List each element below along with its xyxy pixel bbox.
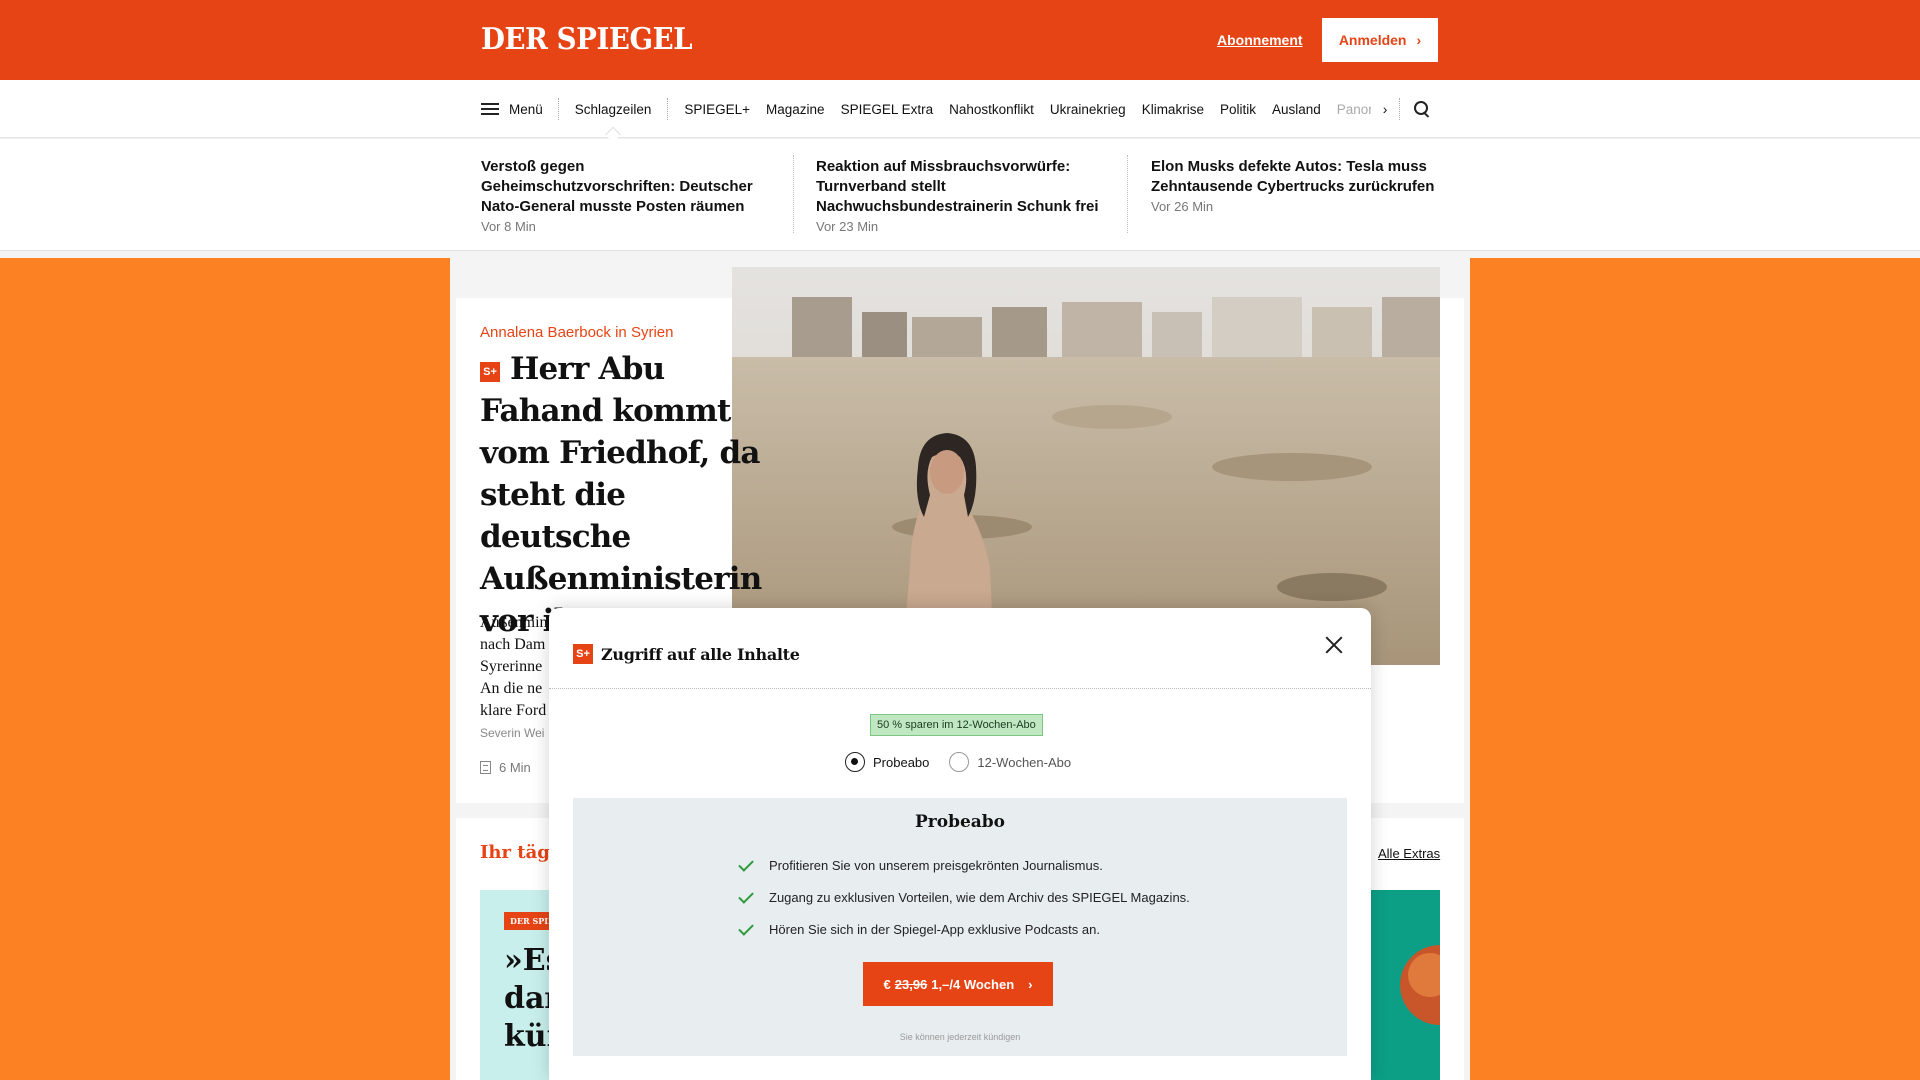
plan-title: Probeabo [914,812,1006,832]
menu-label: Menü [509,101,543,117]
extras-title: Ihr täglic [480,842,550,863]
nav-item-spiegel-plus[interactable]: SPIEGEL+ [676,102,758,117]
teaser-line: Syrerinne [480,658,543,675]
nav-item-panorama[interactable]: Panor [1329,102,1371,117]
benefit-text: Zugang zu exklusiven Vorteilen, wie dem … [769,890,1190,905]
modal-title: S+ Zugriff auf alle Inhalte [573,644,800,664]
currency-symbol: € [883,976,891,992]
checkmark-icon [738,887,754,904]
headline-text: Herr Abu Fahand kommt vom Friedhof, da s… [480,351,762,639]
site-header: DER SPIEGEL Abonnement Anmelden › [0,0,1920,80]
subscription-modal: S+ Zugriff auf alle Inhalte 50 % sparen … [549,608,1371,1080]
chevron-right-icon: › [1416,32,1422,48]
read-time-label: 6 Min [499,760,531,775]
radio-label: 12-Wochen-Abo [977,754,1072,770]
spiegel-plus-icon: S+ [480,362,500,382]
article-teaser: Außenmin nach Dam Syrerinne An die ne kl… [480,612,550,722]
search-icon[interactable] [1414,101,1430,117]
old-price: 23,96 [894,976,928,992]
teaser-line: An die ne [480,680,543,697]
radio-selected-icon[interactable] [845,752,865,772]
ticker-item[interactable]: Elon Musks defekte Autos: Tesla muss Zeh… [1151,157,1441,217]
benefit-item: Zugang zu exklusiven Vorteilen, wie dem … [738,887,1190,905]
modal-title-text: Zugriff auf alle Inhalte [601,644,800,664]
cancel-note: Sie können jederzeit kündigen [899,1032,1021,1042]
divider [549,688,1371,689]
nav-item-klimakrise[interactable]: Klimakrise [1134,102,1212,117]
radio-label: Probeabo [873,754,930,770]
document-icon [480,761,491,774]
ticker-time: Vor 23 Min [816,219,879,234]
ticker-title: Reaktion auf Missbrauchsvorwürfe: Turnve… [816,158,1099,215]
ticker-title: Verstoß gegen Geheimschutzvorschriften: … [481,158,753,215]
plan-selector: Probeabo 12-Wochen-Abo [845,752,1071,772]
quote-line: dar [504,981,550,1016]
plan-box: Probeabo Profitieren Sie von unserem pre… [573,798,1347,1056]
article-author: Severin Wei [480,726,545,740]
hero-image[interactable] [732,267,1440,665]
ticker-item[interactable]: Verstoß gegen Geheimschutzvorschriften: … [481,157,781,237]
divider [1127,155,1128,233]
ticker-title: Elon Musks defekte Autos: Tesla muss Zeh… [1151,158,1435,195]
benefit-text: Hören Sie sich in der Spiegel-App exklus… [769,922,1100,937]
benefit-item: Hören Sie sich in der Spiegel-App exklus… [738,919,1100,937]
login-label: Anmelden [1338,32,1407,48]
quote-line: kün [504,1019,550,1054]
menu-button[interactable]: Menü [481,98,559,120]
close-icon[interactable] [1325,636,1343,654]
main-nav: Menü Schlagzeilen SPIEGEL+ Magazine SPIE… [0,80,1920,138]
login-button[interactable]: Anmelden › [1322,18,1438,62]
brand-background-right [1470,258,1920,1080]
nav-item-magazine[interactable]: Magazine [758,102,833,117]
brand-background-left [0,258,450,1080]
ticker-item[interactable]: Reaktion auf Missbrauchsvorwürfe: Turnve… [816,157,1116,237]
extras-teaser-card[interactable]: DER SPIEGEL »Es dar kün [480,890,550,1080]
nav-item-ukrainekrieg[interactable]: Ukrainekrieg [1042,102,1134,117]
spiegel-logo[interactable]: DER SPIEGEL [481,22,693,57]
article-headline[interactable]: S+ Herr Abu Fahand kommt vom Friedhof, da… [480,348,770,642]
abonnement-link[interactable]: Abonnement [1217,32,1303,48]
teaser-line: Außenmin [480,614,548,631]
ticker-time: Vor 8 Min [481,219,536,234]
subscribe-button[interactable]: € 23,96 1,–/4 Wochen › [863,962,1053,1006]
nav-item-ausland[interactable]: Ausland [1264,102,1329,117]
headline-ticker: Verstoß gegen Geheimschutzvorschriften: … [0,139,1920,251]
hamburger-icon [481,103,499,115]
radio-unselected-icon[interactable] [949,752,970,772]
nav-scroll-right-icon[interactable]: › [1371,98,1401,120]
spiegel-badge: DER SPIEGEL [504,912,550,930]
new-price: 1,–/4 Wochen [931,976,1015,992]
nav-item-spiegel-extra[interactable]: SPIEGEL Extra [833,102,942,117]
radio-probeabo[interactable]: Probeabo [845,752,929,772]
benefit-text: Profitieren Sie von unserem preisgekrönt… [769,858,1103,873]
benefit-item: Profitieren Sie von unserem preisgekrönt… [738,855,1103,873]
read-time: 6 Min [480,760,531,775]
checkmark-icon [738,919,754,936]
quote-line: »Es [504,943,550,978]
all-extras-link[interactable]: Alle Extras [1378,846,1440,861]
teaser-line: klare Ford [480,702,547,719]
article-kicker[interactable]: Annalena Baerbock in Syrien [480,324,673,341]
spiegel-plus-icon: S+ [573,644,593,664]
extras-image-card[interactable] [1370,890,1440,1080]
nav-item-politik[interactable]: Politik [1212,102,1264,117]
extras-quote: »Es dar kün [504,942,550,1056]
nav-item-nahostkonflikt[interactable]: Nahostkonflikt [941,102,1042,117]
chevron-right-icon: › [1028,976,1033,992]
savings-badge: 50 % sparen im 12-Wochen-Abo [870,714,1043,736]
divider [793,155,794,233]
checkmark-icon [738,855,754,872]
ticker-time: Vor 26 Min [1151,199,1214,214]
nav-item-schlagzeilen[interactable]: Schlagzeilen [559,98,669,120]
teaser-line: nach Dam [480,636,546,653]
radio-12-wochen-abo[interactable]: 12-Wochen-Abo [949,752,1071,772]
